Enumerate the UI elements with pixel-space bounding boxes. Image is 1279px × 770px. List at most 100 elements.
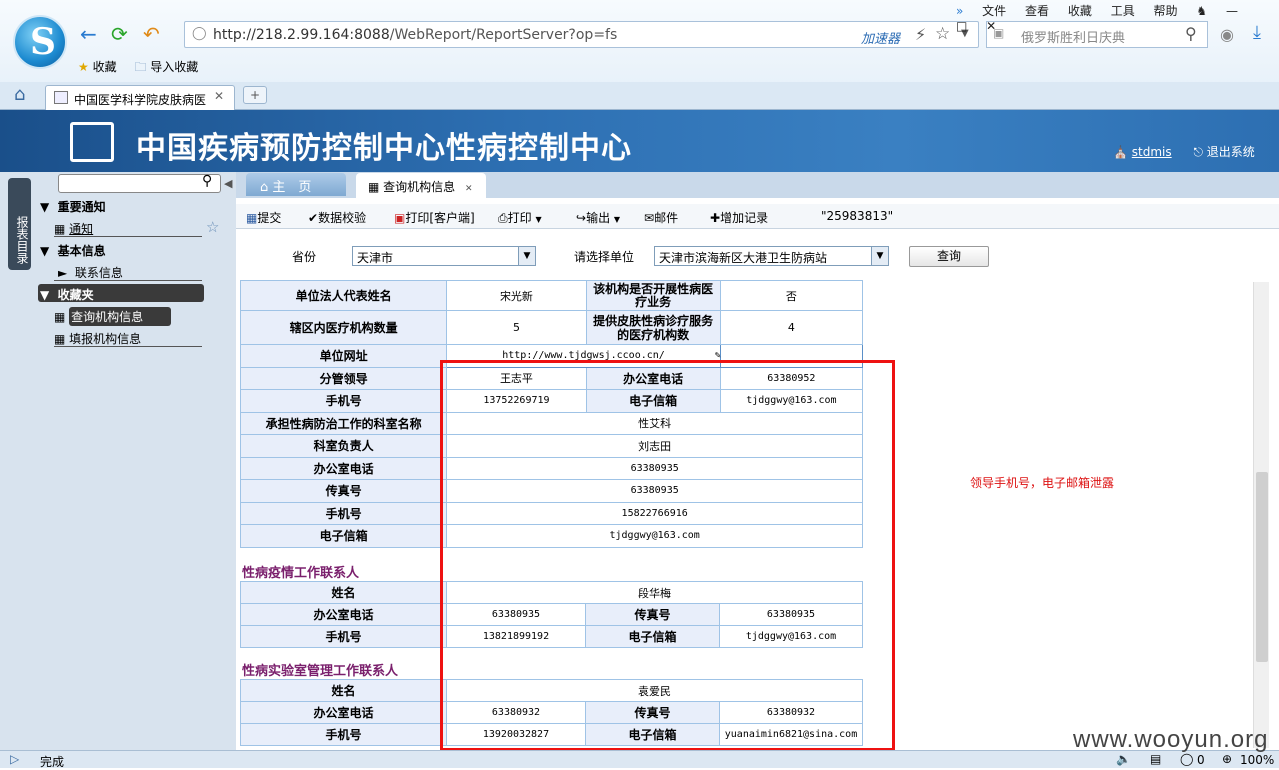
check-icon: ✔ xyxy=(308,211,319,225)
page-icon xyxy=(54,91,68,104)
record-id: "25983813" xyxy=(821,209,894,223)
divider xyxy=(54,236,202,237)
url-host: http://218.2.99.164:8088 xyxy=(213,27,390,43)
epidemic-contact-table: 姓名 段华梅 办公室电话 63380935 传真号 63380935 手机号 138218… xyxy=(240,581,863,648)
speaker-icon[interactable]: 🔈 xyxy=(1116,752,1131,766)
table-row: 单位网址 http://www.tjdgwsj.ccoo.cn/✎ xyxy=(239,344,864,368)
mail-button[interactable]: ✉邮件 xyxy=(644,209,678,226)
logout-link[interactable]: 退出系统 xyxy=(1207,145,1255,159)
table-row: 单位法人代表姓名 宋光新 该机构是否开展性病医疗业务否 xyxy=(239,280,864,311)
refresh-icon[interactable]: ⟳ xyxy=(111,22,128,46)
chevron-down-icon: ▼ xyxy=(871,247,888,265)
institution-table: 单位法人代表姓名 宋光新 该机构是否开展性病医疗业务否 辖区内医疗机构数量 5 提供皮肤… xyxy=(239,280,864,548)
tab-title: 中国医学科学院皮肤病医 xyxy=(74,93,207,107)
close-icon[interactable]: ✕ xyxy=(986,19,996,33)
chevron-down-icon: ▼ xyxy=(613,215,621,224)
table-row: 分管领导 王志平 办公室电话 63380952 xyxy=(239,366,864,390)
menu-help[interactable]: 帮助 xyxy=(1154,4,1178,18)
section-lab-contact: 性病实验室管理工作联系人 xyxy=(242,664,399,679)
minimize-icon[interactable]: — xyxy=(1226,4,1238,18)
tree-group-notices[interactable]: ▼ 重要通知 xyxy=(40,198,106,215)
home-icon: ⌂ xyxy=(260,180,269,195)
table-row: 手机号 15822766916 xyxy=(239,501,863,525)
table-row: 办公室电话 63380935 传真号 63380935 xyxy=(240,603,863,626)
browser-tab[interactable]: 中国医学科学院皮肤病医 ✕ xyxy=(45,85,235,110)
vertical-scrollbar[interactable] xyxy=(1253,282,1269,748)
fav-button[interactable]: 收藏 xyxy=(93,60,117,74)
status-text: 完成 xyxy=(40,755,65,769)
menu-favorites[interactable]: 收藏 xyxy=(1068,4,1092,18)
star-icon[interactable]: ☆ xyxy=(935,24,950,44)
query-button[interactable]: 查询 xyxy=(909,246,989,267)
export-button[interactable]: ↪输出 ▼ xyxy=(576,209,620,226)
user-area: ⛪ stdmis ⎋ 退出系统 xyxy=(1113,143,1255,160)
table-row: 办公室电话 63380932 传真号 63380932 xyxy=(240,701,863,724)
username-link[interactable]: stdmis xyxy=(1132,145,1172,159)
import-fav-button[interactable]: 导入收藏 xyxy=(150,60,198,74)
export-icon: ↪ xyxy=(576,211,587,225)
tab-home[interactable]: ⌂ 主 页 xyxy=(246,173,346,196)
table-row: 手机号 13920032827 电子信箱 yuanaimin6821@sina.com xyxy=(240,723,863,746)
chevron-down-icon: ▼ xyxy=(518,247,535,265)
shield-icon: ◯ xyxy=(192,26,207,41)
menu-tools[interactable]: 工具 xyxy=(1111,4,1135,18)
lightning-icon[interactable]: ⚡ xyxy=(915,25,926,44)
leak-annotation: 领导手机号，电子邮箱泄露 xyxy=(970,476,1115,490)
unit-select[interactable]: 天津市滨海新区大港卫生防病站 ▼ xyxy=(654,246,889,266)
sidebar-toggle-icon[interactable]: ▷ xyxy=(10,752,19,766)
address-bar[interactable]: ◯ http://218.2.99.164:8088/WebReport/Rep… xyxy=(184,21,979,48)
skin-icon[interactable]: ♞ xyxy=(1196,4,1207,18)
home-icon[interactable]: ⌂ xyxy=(14,84,25,105)
menu-view[interactable]: 查看 xyxy=(1025,4,1049,18)
print-client-button[interactable]: ▣打印[客户端] xyxy=(394,209,475,226)
star-icon[interactable]: ☆ xyxy=(206,218,219,236)
province-select[interactable]: 天津市 ▼ xyxy=(352,246,536,266)
tree-item-query-institution[interactable]: ▦ 查询机构信息 xyxy=(54,307,172,326)
menu-file[interactable]: 文件 xyxy=(982,4,1006,18)
menu-expand-icon[interactable]: » xyxy=(956,4,963,18)
tab-close-icon[interactable]: ✕ xyxy=(465,184,473,194)
printer-icon: ⎙ xyxy=(498,211,508,225)
report-toolbar: ▦提交 ✔数据校验 ▣打印[客户端] ⎙打印 ▼ ↪输出 ▼ ✉邮件 ✚增加记录… xyxy=(236,204,1279,229)
print-button[interactable]: ⎙打印 ▼ xyxy=(498,209,542,226)
logout-icon: ⎋ xyxy=(1193,145,1203,159)
table-icon: ▦ xyxy=(368,180,380,194)
section-epidemic-contact: 性病疫情工作联系人 xyxy=(242,566,360,581)
tab-close-icon[interactable]: ✕ xyxy=(214,89,224,103)
zoom-level[interactable]: 100% xyxy=(1240,753,1274,767)
table-row: 科室负责人 刘志田 xyxy=(239,434,863,458)
table-row: 办公室电话 63380935 xyxy=(239,456,863,480)
add-record-button[interactable]: ✚增加记录 xyxy=(710,209,768,226)
scrollbar-thumb[interactable] xyxy=(1256,472,1268,662)
website-field[interactable]: http://www.tjdgwsj.ccoo.cn/ xyxy=(446,344,721,368)
validate-button[interactable]: ✔数据校验 xyxy=(308,209,366,226)
tree-group-basic[interactable]: ▼ 基本信息 xyxy=(40,242,106,259)
sidebar-search-input[interactable]: ⚲ xyxy=(58,173,221,193)
back-icon[interactable]: ← xyxy=(80,22,97,46)
tab-query-institution[interactable]: ▦ 查询机构信息 ✕ xyxy=(356,173,486,198)
query-bar: 省份 天津市 ▼ 请选择单位 天津市滨海新区大港卫生防病站 ▼ 查询 xyxy=(236,240,1279,276)
report-catalog-tab[interactable]: 报表目录 xyxy=(8,178,31,270)
table-icon: ▦ xyxy=(54,310,66,324)
tree-group-favorites[interactable]: ▼ 收藏夹 xyxy=(38,284,204,302)
collapse-icon[interactable]: ◀ xyxy=(224,177,232,190)
menu-bar: » 文件 查看 收藏 工具 帮助 ♞ — □ ✕ xyxy=(956,2,1279,33)
lab-contact-table: 姓名 袁爱民 办公室电话 63380932 传真号 63380932 手机号 139200… xyxy=(240,679,863,746)
submit-button[interactable]: ▦提交 xyxy=(246,209,281,226)
tree-item-notice[interactable]: ▦ 通知 xyxy=(54,220,93,237)
tree-item-fill-institution[interactable]: ▦ 填报机构信息 xyxy=(54,330,141,347)
app-header: 中国疾病预防控制中心性病控制中心 xyxy=(0,110,1279,172)
tree-item-contact[interactable]: ► 联系信息 xyxy=(58,264,123,281)
tab-bar: ⌂ 中国医学科学院皮肤病医 ✕ + xyxy=(0,82,1279,110)
undo-icon[interactable]: ↶ xyxy=(143,22,160,46)
device-icon[interactable]: ▤ xyxy=(1150,752,1161,766)
accelerator-label[interactable]: 加速器 xyxy=(861,28,900,47)
new-tab-button[interactable]: + xyxy=(243,86,267,104)
maximize-icon[interactable]: □ xyxy=(956,19,967,33)
province-label: 省份 xyxy=(292,250,317,264)
zoom-icon[interactable]: ⊕ xyxy=(1222,752,1232,766)
table-icon: ▦ xyxy=(54,222,66,236)
shield-icon[interactable]: ◯ xyxy=(1180,752,1193,766)
table-row: 承担性病防治工作的科室名称 性艾科 xyxy=(239,411,863,435)
search-icon[interactable]: ⚲ xyxy=(202,173,212,189)
